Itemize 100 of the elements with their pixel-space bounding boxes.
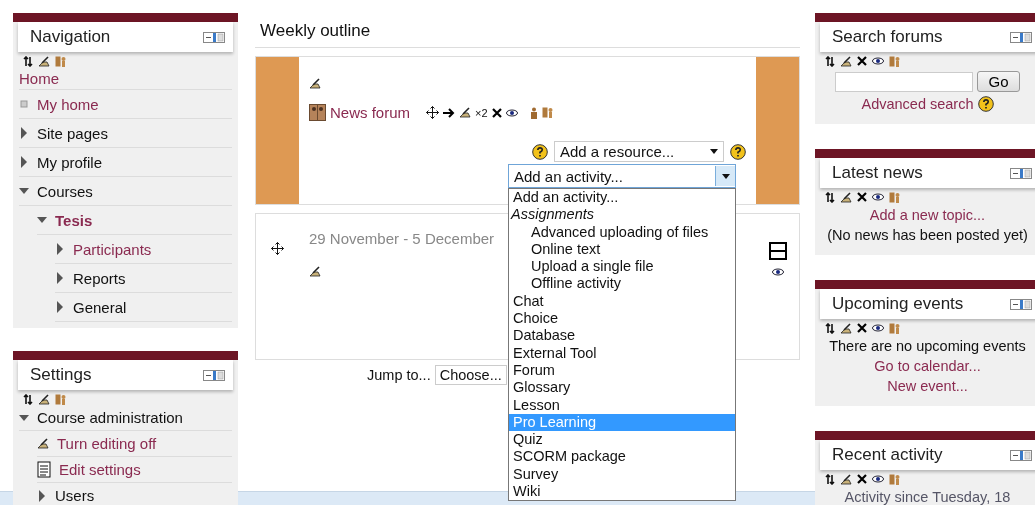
people-icon[interactable] [889,191,900,203]
block-link[interactable]: New event... [887,378,968,394]
delete-icon[interactable] [857,192,867,202]
indent-icon[interactable] [443,107,456,118]
block-link[interactable]: Add a new topic... [869,207,986,223]
advanced-search-link[interactable]: Advanced search [861,96,974,112]
delete-icon[interactable] [857,56,867,66]
pencil-icon[interactable] [840,55,852,67]
dropdown-option[interactable]: Chat [509,292,735,311]
nav-item[interactable]: Tesis [55,211,93,229]
activity-link[interactable]: News forum [330,104,411,121]
dock-icon[interactable] [203,31,225,43]
nav-item[interactable]: Edit settings [59,461,141,478]
resource-select[interactable]: Add a resource... [554,141,724,162]
help-icon[interactable] [977,96,994,112]
dock-icon[interactable] [1010,298,1032,310]
dropdown-option[interactable]: Online text [509,240,735,259]
caret-right-icon[interactable] [55,301,65,313]
people-icon[interactable] [541,107,553,118]
people-icon[interactable] [889,55,900,67]
updown-arrows-icon[interactable] [825,191,835,203]
updown-arrows-icon[interactable] [825,55,835,67]
move-icon[interactable] [271,242,284,255]
activity-select[interactable]: Add an activity... [508,164,736,188]
help-icon[interactable] [730,143,746,160]
caret-down-icon[interactable] [19,413,29,422]
dock-icon[interactable] [1010,167,1032,179]
updown-arrows-icon[interactable] [23,55,33,67]
pencil-icon[interactable] [38,55,50,67]
people-icon[interactable] [889,322,900,334]
pencil-icon[interactable] [840,191,852,203]
duplicate-count: ×2 [475,106,488,119]
delete-icon[interactable] [491,107,502,118]
dock-icon[interactable] [1010,31,1032,43]
block-link[interactable]: Go to calendar... [874,358,981,374]
go-button[interactable]: Go [977,71,1020,92]
people-icon[interactable] [889,473,900,485]
eye-icon[interactable] [872,57,884,65]
nav-item[interactable]: Participants [73,240,152,258]
eye-icon[interactable] [872,324,884,332]
dropdown-option[interactable]: SCORM package [509,448,735,466]
nav-item[interactable]: Reports [73,269,126,287]
jump-select[interactable]: Choose... [434,365,507,385]
nav-item[interactable]: Course administration [37,409,183,426]
updown-arrows-icon[interactable] [23,393,33,405]
help-icon[interactable] [532,143,548,160]
caret-down-icon[interactable] [19,187,29,195]
move-icon[interactable] [426,106,440,119]
nav-item[interactable]: Site pages [37,124,108,142]
nav-item[interactable]: Users [55,487,95,504]
dock-icon[interactable] [1010,449,1032,461]
pencil-icon[interactable] [37,438,49,449]
people-icon[interactable] [55,55,66,67]
updown-arrows-icon[interactable] [825,322,835,334]
collapse-icon[interactable] [768,242,787,260]
nav-item[interactable]: Turn editing off [57,435,157,452]
dropdown-option[interactable]: Quiz [509,431,735,449]
dropdown-option[interactable]: Lesson [509,396,735,414]
search-field[interactable] [835,71,974,92]
updown-arrows-icon[interactable] [825,473,835,485]
caret-right-icon[interactable] [19,127,29,139]
nav-item[interactable]: General [73,298,127,316]
person-icon[interactable] [529,106,538,119]
dropdown-option[interactable]: Database [509,327,735,345]
page-heading: Weekly outline [255,21,800,48]
caret-right-icon[interactable] [55,243,65,255]
caret-right-icon[interactable] [37,489,47,502]
block-title: Latest news [832,163,923,183]
dropdown-option[interactable]: Choice [509,310,735,328]
dropdown-option[interactable]: External Tool [509,344,735,362]
pencil-icon[interactable] [459,107,472,118]
dock-icon[interactable] [203,369,225,381]
dropdown-option[interactable]: Add an activity... [509,189,735,207]
caret-right-icon[interactable] [19,156,29,168]
pencil-icon[interactable] [309,265,321,277]
dropdown-option[interactable]: Forum [509,361,735,380]
caret-right-icon[interactable] [55,272,65,284]
nav-item[interactable]: My home [37,95,99,113]
dropdown-option[interactable]: Advanced uploading of files [509,223,735,241]
delete-icon[interactable] [857,323,867,333]
caret-down-icon[interactable] [37,216,47,224]
dropdown-option[interactable]: Offline activity [509,275,735,293]
nav-item[interactable]: My profile [37,153,103,171]
eye-icon[interactable] [872,475,884,483]
pencil-icon[interactable] [840,473,852,485]
nav-item[interactable]: Courses [37,182,93,200]
dropdown-option[interactable]: Upload a single file [509,258,735,276]
people-icon[interactable] [55,393,66,405]
pencil-icon[interactable] [840,322,852,334]
delete-icon[interactable] [857,474,867,484]
forum-icon[interactable] [309,104,326,121]
dropdown-option[interactable]: Glossary [509,379,735,397]
eye-icon[interactable] [872,193,884,201]
nav-item[interactable]: Home [19,69,59,87]
eye-icon[interactable] [771,268,784,276]
pencil-icon[interactable] [309,77,321,89]
dropdown-option[interactable]: Survey [509,465,735,484]
dropdown-option[interactable]: Wiki [509,483,735,501]
pencil-icon[interactable] [38,393,50,405]
eye-icon[interactable] [505,108,518,117]
